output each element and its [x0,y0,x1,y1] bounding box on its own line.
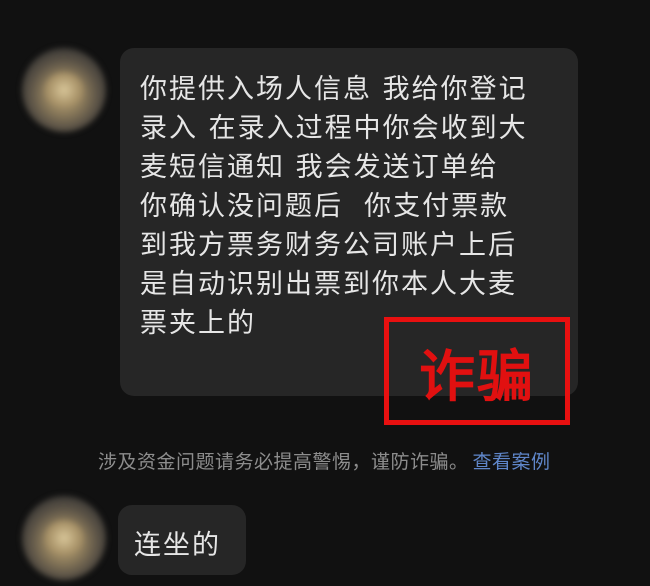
message-text: 连坐的 [134,530,221,561]
message-text: 你提供入场人信息 我给你登记 录入 在录入过程中你会收到大 麦短信通知 我会发送… [140,74,528,339]
message-bubble[interactable]: 连坐的 [118,505,246,575]
warning-text: 涉及资金问题请务必提高警惕，谨防诈骗。 [98,451,469,473]
fraud-stamp-label: 诈骗 [419,345,535,410]
avatar[interactable] [22,48,106,132]
fraud-warning: 涉及资金问题请务必提高警惕，谨防诈骗。 查看案例 [98,447,551,474]
avatar[interactable] [22,496,106,580]
fraud-stamp: 诈骗 [384,317,570,425]
view-cases-link[interactable]: 查看案例 [473,451,551,473]
